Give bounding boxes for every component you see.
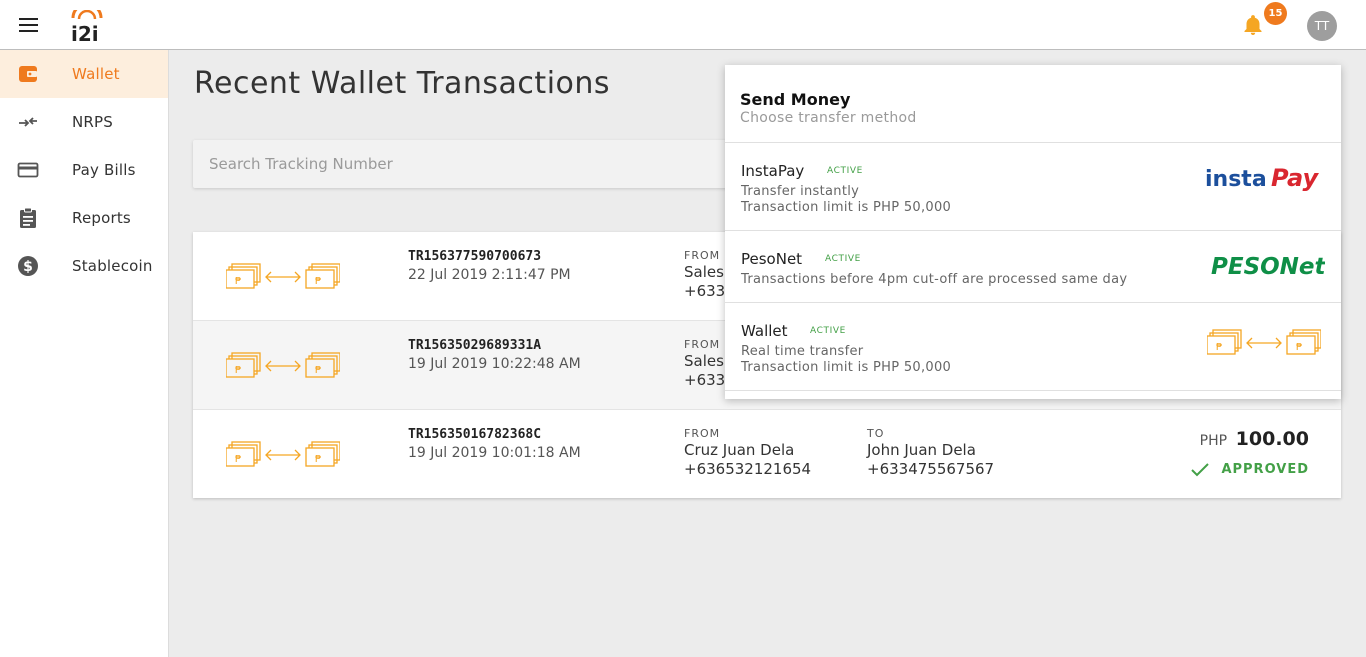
method-instapay[interactable]: InstaPay ACTIVE Transfer instantly Trans… — [725, 143, 1341, 231]
transaction-date: 19 Jul 2019 10:01:18 AM — [408, 445, 581, 461]
instapay-logo: insta Pay — [1205, 164, 1320, 192]
top-bar: i2i 15 TT — [0, 0, 1366, 50]
sidebar-item-wallet[interactable]: Wallet — [0, 50, 168, 98]
transaction-date: 19 Jul 2019 10:22:48 AM — [408, 356, 581, 372]
sidebar-item-nrps[interactable]: NRPS — [0, 98, 168, 146]
page-title: Recent Wallet Transactions — [194, 66, 611, 101]
amount-value: 100.00 — [1235, 428, 1309, 450]
svg-text:₱: ₱ — [235, 454, 241, 465]
method-desc: Transactions before 4pm cut-off are proc… — [741, 272, 1128, 287]
user-avatar[interactable]: TT — [1307, 11, 1337, 41]
notification-bell-icon[interactable] — [1241, 13, 1265, 37]
from-phone: +636532121654 — [684, 460, 812, 478]
instapay-logo-text-pay: Pay — [1271, 164, 1320, 192]
to-phone: +633475567567 — [867, 460, 995, 478]
svg-text:₱: ₱ — [315, 276, 321, 287]
sidebar-item-label: Pay Bills — [72, 161, 136, 179]
popup-title: Send Money — [740, 90, 851, 109]
method-limit: Transaction limit is PHP 50,000 — [741, 200, 952, 215]
from-name: Cruz Juan Dela — [684, 441, 795, 459]
active-badge: ACTIVE — [827, 166, 863, 176]
from-name: Sales — [684, 352, 724, 370]
table-row[interactable]: ₱ ₱ TR15635016782368C 19 Jul 2019 10:01:… — [193, 410, 1341, 498]
credit-card-icon — [17, 162, 39, 178]
logo-text: i2i — [71, 22, 99, 42]
from-label: FROM — [684, 427, 721, 440]
method-name: PesoNet — [741, 250, 803, 268]
method-name: InstaPay — [741, 162, 805, 180]
transaction-amount: PHP 100.00 — [1200, 428, 1309, 450]
svg-text:₱: ₱ — [315, 454, 321, 465]
wallet-transfer-icon: ₱ ₱ — [226, 263, 340, 289]
svg-text:₱: ₱ — [315, 365, 321, 376]
method-limit: Transaction limit is PHP 50,000 — [741, 360, 952, 375]
pesonet-logo-text: PESONet — [1211, 254, 1325, 280]
sidebar-item-label: Wallet — [72, 65, 120, 83]
dollar-coin-icon: $ — [18, 256, 38, 276]
notification-count-badge: 15 — [1264, 2, 1287, 25]
popup-subtitle: Choose transfer method — [740, 110, 917, 126]
sidebar-item-label: NRPS — [72, 113, 114, 131]
wallet-transfer-icon: ₱ ₱ — [1207, 329, 1321, 355]
clipboard-icon — [20, 207, 36, 228]
svg-text:₱: ₱ — [235, 276, 241, 287]
swap-arrows-icon — [19, 117, 37, 127]
from-name: Sales — [684, 263, 724, 281]
currency: PHP — [1199, 433, 1228, 449]
search-tracking-input[interactable] — [193, 140, 753, 188]
from-label: FROM — [684, 338, 721, 351]
sidebar-item-label: Stablecoin — [72, 257, 153, 275]
menu-icon[interactable] — [19, 18, 38, 32]
wallet-icon — [19, 66, 37, 82]
svg-text:$: $ — [23, 259, 33, 275]
tracking-number: TR15635016782368C — [408, 427, 542, 442]
popup-header: Send Money Choose transfer method — [725, 65, 1341, 143]
status-text: APPROVED — [1221, 462, 1309, 477]
to-name: John Juan Dela — [867, 441, 976, 459]
search-box — [193, 140, 753, 188]
sidebar-item-stablecoin[interactable]: $ Stablecoin — [0, 242, 168, 290]
active-badge: ACTIVE — [810, 326, 846, 336]
method-wallet[interactable]: Wallet ACTIVE Real time transfer Transac… — [725, 303, 1341, 391]
sidebar-item-label: Reports — [72, 209, 131, 227]
from-label: FROM — [684, 249, 721, 262]
checkmark-icon — [1191, 462, 1210, 476]
wallet-transfer-icon: ₱ ₱ — [226, 352, 340, 378]
active-badge: ACTIVE — [825, 254, 861, 264]
tracking-number: TR15635029689331A — [408, 338, 542, 353]
sidebar-item-reports[interactable]: Reports — [0, 194, 168, 242]
method-pesonet[interactable]: PesoNet ACTIVE Transactions before 4pm c… — [725, 231, 1341, 303]
to-label: TO — [867, 427, 885, 440]
sidebar: Wallet NRPS Pay Bills Reports $ Stableco… — [0, 50, 169, 657]
pesonet-logo: PESONet — [1211, 254, 1325, 280]
method-desc: Transfer instantly — [741, 184, 860, 199]
send-money-popup: Send Money Choose transfer method InstaP… — [725, 65, 1341, 399]
method-name: Wallet — [741, 322, 788, 340]
svg-text:₱: ₱ — [235, 365, 241, 376]
svg-text:₱: ₱ — [1216, 342, 1222, 353]
wallet-transfer-icon: ₱ ₱ — [226, 441, 340, 467]
sidebar-item-pay-bills[interactable]: Pay Bills — [0, 146, 168, 194]
status-badge: APPROVED — [1191, 462, 1309, 477]
tracking-number: TR156377590700673 — [408, 249, 542, 264]
svg-text:₱: ₱ — [1296, 342, 1302, 353]
transaction-date: 22 Jul 2019 2:11:47 PM — [408, 267, 571, 283]
instapay-logo-text-insta: insta — [1205, 167, 1267, 192]
i2i-logo[interactable]: i2i — [70, 10, 104, 42]
method-desc: Real time transfer — [741, 344, 864, 359]
